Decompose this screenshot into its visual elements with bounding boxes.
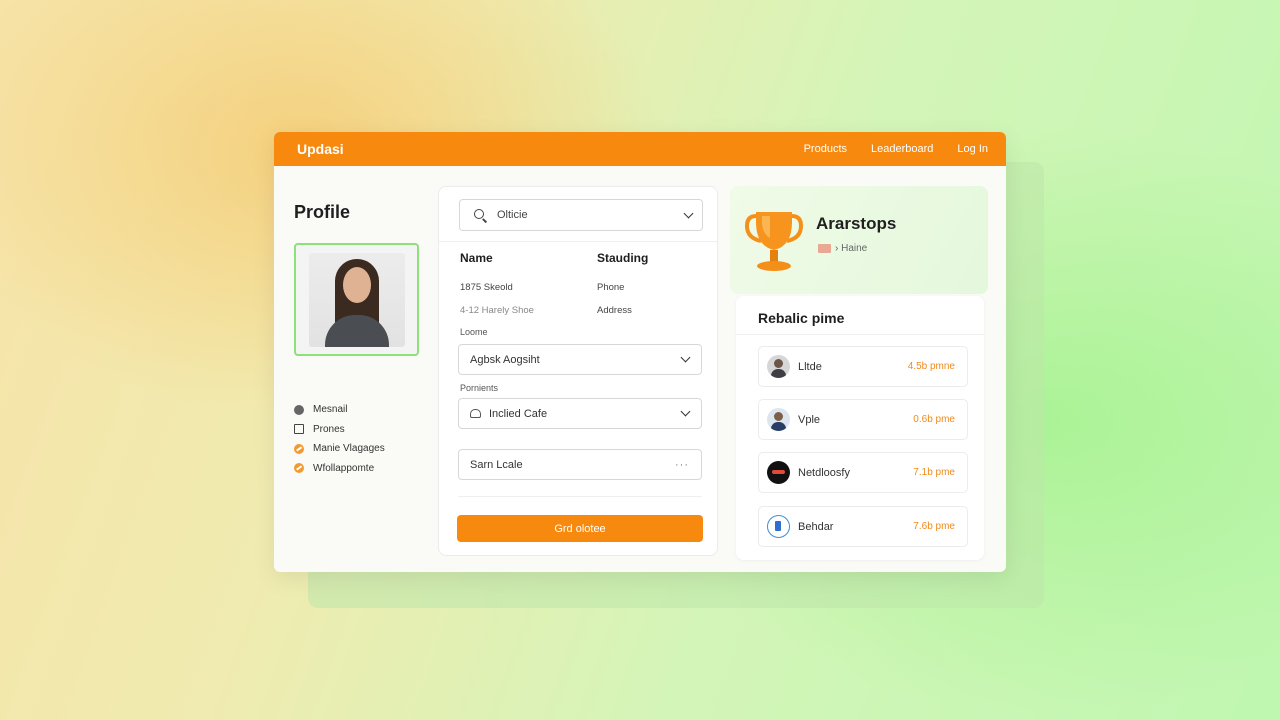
search-icon: [474, 208, 487, 222]
side-menu-label: Wfollappomte: [313, 462, 375, 474]
avatar: [308, 252, 405, 347]
divider: [439, 241, 717, 242]
info-header: Name Stauding: [460, 251, 700, 276]
flag-icon: [818, 244, 831, 253]
brand-logo[interactable]: Updasi: [297, 141, 344, 157]
divider: [736, 334, 984, 335]
achievements-card: Ararstops › Haine: [730, 186, 988, 294]
location-label: Loome: [460, 327, 488, 337]
side-menu-item[interactable]: Mesnail: [294, 400, 424, 420]
top-bar: Updasi Products Leaderboard Log In: [274, 132, 1006, 166]
square-icon: [294, 424, 304, 435]
cafe-icon: [470, 409, 481, 418]
avatar: [767, 515, 790, 538]
achievements-subtitle-text: › Haine: [835, 243, 868, 254]
profile-form: Olticie Name Stauding 1875 Skeold Phone …: [438, 186, 718, 556]
achievements-title: Ararstops: [816, 214, 897, 233]
nav-products[interactable]: Products: [804, 143, 847, 155]
leaderboard-title: Rebalic pime: [758, 310, 845, 326]
top-nav: Products Leaderboard Log In: [804, 143, 988, 155]
side-menu-item[interactable]: Wfollappomte: [294, 459, 424, 479]
leaderboard-name: Vple: [798, 413, 821, 426]
chevron-down-icon: [680, 352, 691, 363]
table-row: 1875 Skeold Phone: [460, 276, 700, 299]
location-value: Agbsk Aogsiht: [470, 353, 540, 366]
achievements-subtitle[interactable]: › Haine: [818, 243, 867, 254]
leaderboard-item[interactable]: Netdloosfy 7.1b pme: [758, 452, 968, 493]
extra-value: Sarn Lcale: [470, 458, 523, 471]
leaderboard-item[interactable]: Behdar 7.6b pme: [758, 506, 968, 547]
leaderboard-value: 4.5b pmne: [907, 361, 955, 372]
search-value: Olticie: [497, 209, 528, 221]
nav-login[interactable]: Log In: [957, 143, 988, 155]
side-menu-item[interactable]: Prones: [294, 420, 424, 440]
column-header-name: Name: [460, 251, 493, 265]
chevron-down-icon: [683, 208, 694, 218]
location-select[interactable]: Agbsk Aogsiht: [458, 344, 702, 375]
chevron-down-icon: [680, 406, 691, 417]
side-menu-label: Manie Vlagages: [313, 443, 385, 455]
leaderboard-name: Netdloosfy: [798, 466, 850, 479]
leaderboard-name: Lltde: [798, 360, 822, 373]
leaderboard-value: 7.1b pme: [913, 467, 955, 478]
preference-select[interactable]: Inclied Cafe: [458, 398, 702, 429]
side-menu-label: Prones: [313, 423, 345, 435]
search-dropdown[interactable]: Olticie: [459, 199, 703, 231]
badge-icon: [294, 463, 304, 474]
circle-icon: [294, 404, 304, 415]
app-window: Updasi Products Leaderboard Log In Profi…: [274, 132, 1006, 572]
table-cell: Phone: [597, 282, 625, 293]
nav-leaderboard[interactable]: Leaderboard: [871, 143, 933, 155]
table-cell: Address: [597, 305, 632, 316]
leaderboard-card: Rebalic pime Lltde 4.5b pmne Vple 0.6b p…: [736, 296, 984, 560]
leaderboard-value: 0.6b pme: [913, 414, 955, 425]
trophy-icon: [744, 212, 804, 271]
page-title: Profile: [294, 202, 351, 222]
info-table: Name Stauding 1875 Skeold Phone 4-12 Har…: [460, 251, 700, 322]
leaderboard-item[interactable]: Lltde 4.5b pmne: [758, 346, 968, 387]
leaderboard-name: Behdar: [798, 520, 834, 533]
side-menu-label: Mesnail: [313, 404, 348, 416]
avatar: [767, 355, 790, 378]
preference-value: Inclied Cafe: [489, 407, 548, 420]
leaderboard-item[interactable]: Vple 0.6b pme: [758, 399, 968, 440]
submit-button[interactable]: Grd olotee: [457, 515, 703, 542]
avatar: [767, 461, 790, 484]
side-menu: Mesnail Prones Manie Vlagages Wfollappom…: [294, 400, 424, 478]
table-cell: 4-12 Harely Shoe: [460, 305, 534, 316]
side-menu-item[interactable]: Manie Vlagages: [294, 439, 424, 459]
avatar: [767, 408, 790, 431]
badge-icon: [294, 443, 304, 454]
divider: [458, 496, 702, 497]
extra-field[interactable]: Sarn Lcale ···: [458, 449, 702, 480]
avatar-frame[interactable]: [294, 243, 419, 356]
preference-label: Pornients: [460, 383, 499, 393]
table-row: 4-12 Harely Shoe Address: [460, 299, 700, 322]
more-icon[interactable]: ···: [675, 459, 689, 471]
column-header-standing: Stauding: [597, 251, 649, 265]
leaderboard-value: 7.6b pme: [913, 521, 955, 532]
profile-sidebar: Profile Mesnail Prones Manie Vlagages Wf…: [294, 202, 424, 478]
table-cell: 1875 Skeold: [460, 282, 513, 293]
